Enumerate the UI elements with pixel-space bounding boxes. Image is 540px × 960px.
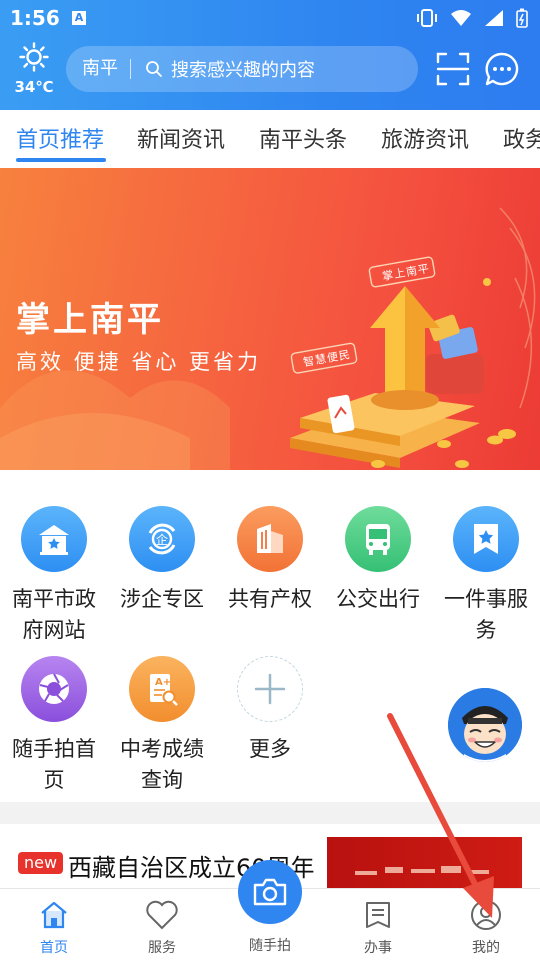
plus-icon xyxy=(237,656,303,722)
nav-label: 服务 xyxy=(148,940,176,956)
category-tabs: 首页推荐 新闻资讯 南平头条 旅游资讯 政务 xyxy=(0,110,540,168)
service-government-site[interactable]: 南平市政府网站 xyxy=(0,506,108,646)
nav-label: 我的 xyxy=(472,940,500,956)
app-screen: 1:56 A 34℃ 南平 搜索感兴趣的内容 首页推荐 新闻资讯 南平头条 旅游… xyxy=(0,0,540,960)
sun-icon xyxy=(19,42,49,72)
tab-news[interactable]: 新闻资讯 xyxy=(137,122,225,154)
service-grid: 南平市政府网站 企 涉企专区 共有产权 公交出行 一件事服务 随手拍首页 A+ … xyxy=(0,490,540,802)
tab-nanping-headlines[interactable]: 南平头条 xyxy=(259,122,347,154)
service-shared-ownership[interactable]: 共有产权 xyxy=(216,506,324,615)
government-building-icon xyxy=(21,506,87,572)
promo-banner[interactable]: 掌上南平 智慧便民 掌上南平 高效 便捷 省心 更省力 xyxy=(0,168,540,470)
enterprise-icon: 企 xyxy=(129,506,195,572)
service-label: 更多 xyxy=(249,737,291,761)
nav-label: 首页 xyxy=(40,940,68,956)
service-more[interactable]: 更多 xyxy=(216,656,324,765)
message-icon[interactable] xyxy=(484,51,520,87)
status-app-icon: A xyxy=(72,11,86,25)
nav-label-camera: 随手拍 xyxy=(249,938,291,954)
wifi-icon xyxy=(451,10,471,26)
service-exam-scores[interactable]: A+ 中考成绩查询 xyxy=(108,656,216,796)
service-label: 一件事服务 xyxy=(444,587,528,642)
weather-widget[interactable]: 34℃ xyxy=(12,42,56,96)
bus-icon xyxy=(345,506,411,572)
status-time: 1:56 xyxy=(10,6,60,30)
tab-recommended[interactable]: 首页推荐 xyxy=(16,122,104,154)
service-label: 涉企专区 xyxy=(120,587,204,611)
service-label: 中考成绩查询 xyxy=(120,737,204,792)
snapshot-camera-button[interactable] xyxy=(238,860,302,924)
service-snapshot-home[interactable]: 随手拍首页 xyxy=(0,656,108,796)
nav-service[interactable]: 服务 xyxy=(108,889,216,957)
app-header: 34℃ 南平 搜索感兴趣的内容 xyxy=(0,36,540,106)
city-selector[interactable]: 南平 xyxy=(66,59,131,79)
camera-shutter-icon xyxy=(21,656,87,722)
search-placeholder: 搜索感兴趣的内容 xyxy=(171,60,315,81)
search-bar[interactable]: 南平 搜索感兴趣的内容 xyxy=(66,46,418,92)
assistant-mascot-button[interactable] xyxy=(448,688,522,762)
battery-icon xyxy=(516,8,528,28)
service-label: 公交出行 xyxy=(336,587,420,611)
new-badge: new xyxy=(18,852,64,874)
banner-subtitle: 高效 便捷 省心 更省力 xyxy=(16,350,262,374)
service-label: 共有产权 xyxy=(228,587,312,611)
search-icon xyxy=(146,61,162,77)
service-label: 随手拍首页 xyxy=(12,737,96,792)
heart-icon xyxy=(146,900,178,930)
tab-active-indicator xyxy=(16,158,106,162)
nav-label: 办事 xyxy=(364,940,392,956)
document-icon xyxy=(366,902,390,928)
section-divider xyxy=(0,802,540,824)
service-enterprise-zone[interactable]: 企 涉企专区 xyxy=(108,506,216,615)
status-icons xyxy=(416,8,528,28)
nav-mine[interactable]: 我的 xyxy=(432,889,540,957)
svg-text:企: 企 xyxy=(156,532,168,547)
scan-icon[interactable] xyxy=(436,52,470,86)
mascot-avatar-icon xyxy=(448,688,522,762)
service-bus[interactable]: 公交出行 xyxy=(324,506,432,615)
status-bar: 1:56 A xyxy=(0,0,540,36)
exam-score-icon: A+ xyxy=(129,656,195,722)
camera-icon xyxy=(253,878,287,906)
nav-affairs[interactable]: 办事 xyxy=(324,889,432,957)
tab-government[interactable]: 政务 xyxy=(503,122,540,154)
news-thumbnail xyxy=(327,837,522,890)
svg-text:A+: A+ xyxy=(155,677,171,688)
nav-home[interactable]: 首页 xyxy=(0,889,108,957)
vibrate-icon xyxy=(417,9,437,27)
building-icon xyxy=(237,506,303,572)
user-icon xyxy=(471,900,501,930)
signal-icon xyxy=(485,10,503,26)
banner-title: 掌上南平 xyxy=(16,300,164,340)
service-one-thing[interactable]: 一件事服务 xyxy=(432,506,540,646)
star-badge-icon xyxy=(453,506,519,572)
tab-travel[interactable]: 旅游资讯 xyxy=(381,122,469,154)
home-icon xyxy=(41,901,67,929)
service-label: 南平市政府网站 xyxy=(12,587,96,642)
temperature: 34℃ xyxy=(14,78,54,96)
